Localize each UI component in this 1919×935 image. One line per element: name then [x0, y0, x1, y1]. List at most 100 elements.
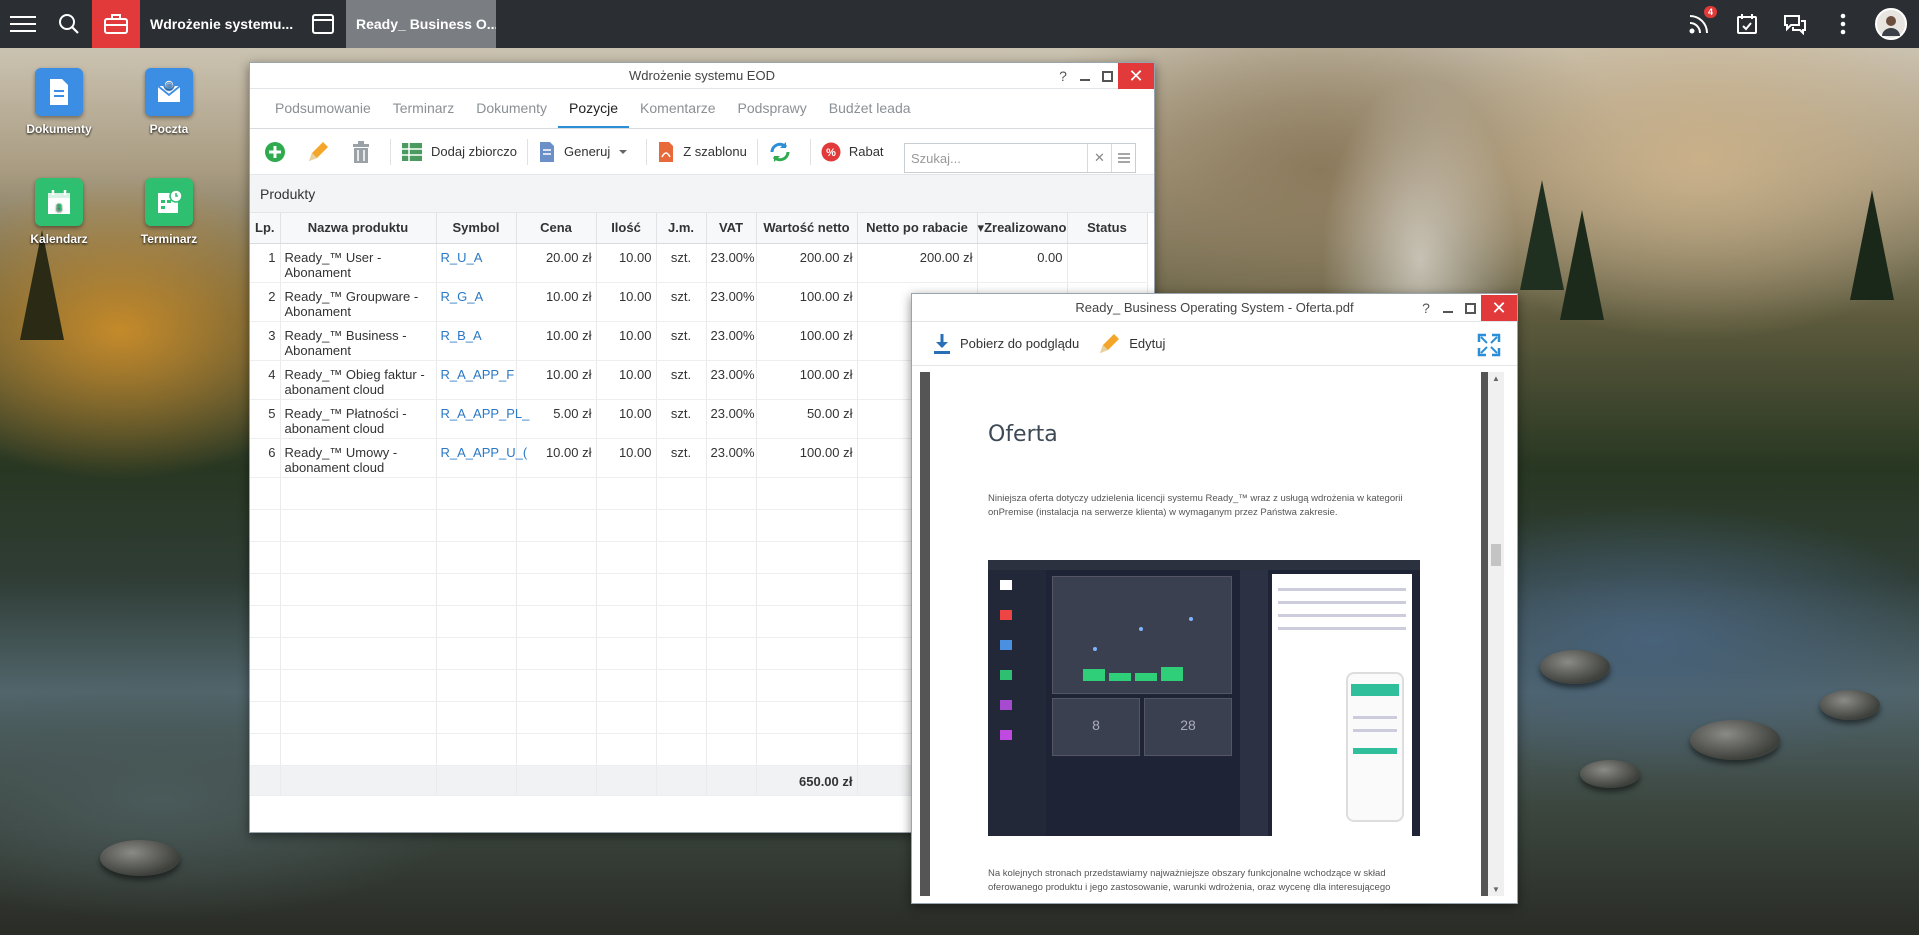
cell-symbol[interactable]: R_A_APP_PL_ [436, 399, 529, 439]
pencil-icon [309, 141, 328, 161]
cell-symbol[interactable]: R_A_APP_F [436, 360, 517, 400]
pdf-window: Ready_ Business Operating System - Ofert… [911, 293, 1518, 904]
eod-tabs: Podsumowanie Terminarz Dokumenty Pozycje… [250, 89, 1154, 129]
taskbar-task-pdf[interactable]: Ready_ Business O... [346, 0, 496, 48]
wallpaper-rock [1690, 720, 1780, 760]
generate-button[interactable]: Generuj [532, 137, 642, 167]
maximize-icon[interactable] [1459, 295, 1481, 321]
download-button[interactable]: Pobierz do podglądu [926, 329, 1085, 359]
pdf-icon [659, 141, 674, 162]
column-header[interactable]: Status [1067, 213, 1148, 244]
desktop-icon-documents[interactable]: Dokumenty [14, 68, 104, 136]
search-input[interactable] [905, 144, 1087, 172]
column-header[interactable]: Ilość [596, 213, 657, 244]
column-header[interactable]: Symbol [436, 213, 517, 244]
toolbar-divider [527, 138, 528, 165]
cell-qty: 10.00 [596, 282, 657, 322]
more-icon[interactable] [1819, 0, 1867, 48]
table-icon [402, 142, 422, 161]
cell-symbol[interactable]: R_B_A [436, 321, 517, 361]
from-template-button[interactable]: Z szablonu [651, 137, 753, 167]
edit-button[interactable]: Edytuj [1091, 329, 1171, 359]
column-header[interactable]: Netto po rabacie [857, 213, 978, 244]
table-row[interactable]: 1 Ready_™ User - Abonament R_U_A 20.00 z… [250, 243, 1148, 283]
discount-button[interactable]: % Rabat [815, 137, 890, 167]
eod-window-titlebar[interactable]: Wdrożenie systemu EOD ? ✕ [250, 63, 1154, 89]
edit-button[interactable] [300, 137, 344, 167]
scroll-thumb[interactable] [1491, 544, 1501, 566]
column-header[interactable]: Wartość netto [756, 213, 858, 244]
close-icon[interactable]: ✕ [1481, 295, 1517, 321]
tab-schedule[interactable]: Terminarz [382, 100, 465, 128]
wallpaper-rock [1580, 760, 1640, 788]
notifications-icon[interactable]: 4 [1675, 0, 1723, 48]
column-header[interactable]: Cena [516, 213, 597, 244]
minimize-icon[interactable] [1074, 63, 1096, 89]
column-header[interactable]: Lp. [250, 213, 281, 244]
refresh-button[interactable] [762, 137, 806, 167]
cell-price: 20.00 zł [516, 243, 597, 283]
column-header[interactable]: Nazwa produktu [280, 213, 437, 244]
products-section-title: Produkty [250, 175, 1154, 213]
help-icon[interactable]: ? [1052, 63, 1074, 89]
cell-symbol[interactable]: R_U_A [436, 243, 517, 283]
fullscreen-icon[interactable] [1477, 333, 1501, 360]
pdf-viewer[interactable]: Oferta Niniejsza oferta dotyczy udzielen… [920, 372, 1504, 896]
cell-lp: 4 [250, 360, 281, 400]
tab-positions[interactable]: Pozycje [558, 100, 630, 128]
window-icon[interactable] [300, 0, 346, 48]
cell-unit: szt. [656, 360, 707, 400]
cell-qty: 10.00 [596, 399, 657, 439]
desktop-icon-scheduler[interactable]: Terminarz [124, 178, 214, 246]
calendar-day: 8 [56, 202, 62, 214]
pdf-window-titlebar[interactable]: Ready_ Business Operating System - Ofert… [912, 294, 1517, 322]
tab-summary[interactable]: Podsumowanie [264, 100, 382, 128]
toolbar-divider [809, 138, 811, 165]
cell-symbol[interactable]: R_G_A [436, 282, 517, 322]
pdf-heading: Oferta [988, 422, 1058, 447]
desktop-icon-mail[interactable]: @ Poczta [124, 68, 214, 136]
chat-icon[interactable] [1771, 0, 1819, 48]
wallpaper-tree [20, 230, 64, 340]
tab-comments[interactable]: Komentarze [629, 100, 726, 128]
mail-icon: @ [145, 68, 193, 116]
minimize-icon[interactable] [1437, 295, 1459, 321]
notification-badge: 4 [1703, 6, 1717, 18]
bulk-add-button[interactable]: Dodaj zbiorczo [395, 137, 523, 167]
search-icon[interactable] [46, 0, 92, 48]
filter-menu-icon[interactable] [1111, 144, 1135, 172]
column-header-sorted[interactable]: ▾Zrealizowano [977, 213, 1068, 244]
mock-sidebar [988, 570, 1046, 836]
pdf-scrollbar[interactable]: ▲ ▼ [1488, 372, 1504, 896]
menu-icon[interactable] [0, 0, 46, 48]
desktop-icon-calendar[interactable]: 8 Kalendarz [14, 178, 104, 246]
scroll-down-icon[interactable]: ▼ [1488, 885, 1504, 894]
column-header[interactable]: J.m. [656, 213, 707, 244]
scroll-up-icon[interactable]: ▲ [1488, 372, 1504, 383]
desktop-icon-label: Poczta [149, 122, 189, 136]
scheduler-icon [145, 178, 193, 226]
cell-vat: 23.00% [706, 360, 757, 400]
cell-name: Ready_™ Obieg faktur - abonament cloud [280, 360, 437, 400]
add-button[interactable] [258, 137, 300, 167]
maximize-icon[interactable] [1096, 63, 1118, 89]
briefcase-icon[interactable] [92, 0, 140, 48]
help-icon[interactable]: ? [1415, 295, 1437, 321]
mock-chart-panel [1052, 576, 1232, 694]
tab-lead-budget[interactable]: Budżet leada [818, 100, 922, 128]
tab-subcases[interactable]: Podsprawy [727, 100, 818, 128]
cell-qty: 10.00 [596, 243, 657, 283]
column-header[interactable]: VAT [706, 213, 757, 244]
close-icon[interactable]: ✕ [1118, 63, 1154, 89]
taskbar-task-eod[interactable]: Wdrożenie systemu... [140, 0, 300, 48]
wallpaper-tree [1560, 210, 1604, 320]
tab-documents[interactable]: Dokumenty [465, 100, 558, 128]
mock-contacts [1240, 570, 1268, 836]
calendar-check-icon[interactable] [1723, 0, 1771, 48]
cell-symbol[interactable]: R_A_APP_U_( [436, 438, 527, 478]
wallpaper-tree [1850, 190, 1894, 300]
delete-button[interactable] [344, 137, 386, 167]
user-avatar[interactable] [1875, 8, 1907, 40]
eod-window-title: Wdrożenie systemu EOD [629, 68, 775, 83]
clear-search-icon[interactable]: ✕ [1087, 144, 1111, 172]
